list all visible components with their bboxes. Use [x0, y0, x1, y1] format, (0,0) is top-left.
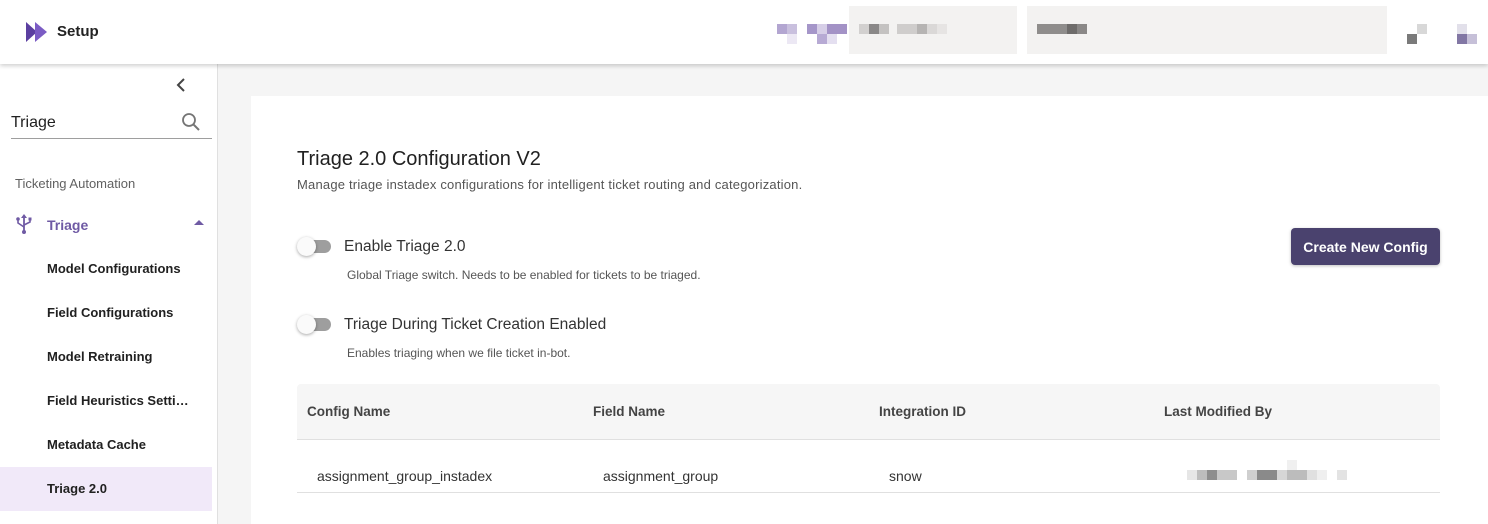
redacted-org-selector[interactable]: [849, 6, 1017, 54]
page-title: Triage 2.0 Configuration V2: [297, 148, 541, 170]
cell-config-name: assignment_group_instadex: [317, 468, 493, 484]
column-header-field-name[interactable]: Field Name: [593, 404, 665, 419]
app-logo-icon[interactable]: [26, 22, 48, 42]
app-title: Setup: [57, 23, 99, 40]
toggle-label: Enable Triage 2.0: [344, 238, 466, 255]
main-card: Triage 2.0 Configuration V2 Manage triag…: [251, 96, 1488, 524]
cell-integration-id: snow: [889, 468, 922, 484]
top-header: Setup: [0, 0, 1488, 64]
enable-triage-toggle[interactable]: [297, 236, 333, 256]
sidebar-section-label: Ticketing Automation: [15, 176, 136, 191]
table-row[interactable]: assignment_group_instadex assignment_gro…: [297, 440, 1440, 493]
sidebar-item-model-configurations[interactable]: Model Configurations: [0, 247, 212, 291]
sidebar-item-label: Field Configurations: [47, 305, 174, 320]
page-subtitle: Manage triage instadex configurations fo…: [297, 177, 803, 192]
column-header-integration-id[interactable]: Integration ID: [879, 404, 966, 419]
sidebar-search-input[interactable]: [11, 112, 171, 134]
config-table: Config Name Field Name Integration ID La…: [297, 384, 1440, 493]
toggle-thumb: [297, 315, 316, 334]
usb-icon: [16, 214, 32, 234]
search-icon[interactable]: [181, 112, 201, 132]
sidebar-search: [11, 108, 212, 139]
table-header: Config Name Field Name Integration ID La…: [297, 384, 1440, 440]
sidebar-item-metadata-cache[interactable]: Metadata Cache: [0, 423, 212, 467]
sidebar-item-field-heuristics-settings[interactable]: Field Heuristics Settings: [0, 379, 212, 423]
sidebar-item-label: Triage 2.0: [47, 481, 107, 496]
caret-up-icon: [194, 220, 204, 225]
column-header-last-modified-by[interactable]: Last Modified By: [1164, 404, 1272, 419]
sidebar-item-label: Metadata Cache: [47, 437, 146, 452]
toggle-label: Triage During Ticket Creation Enabled: [344, 316, 607, 333]
create-new-config-button[interactable]: Create New Config: [1291, 228, 1440, 265]
toggle-help-text: Enables triaging when we file ticket in-…: [347, 346, 571, 360]
sidebar-item-label: Model Configurations: [47, 261, 181, 276]
sidebar: Ticketing Automation Triage Model Config…: [0, 64, 218, 524]
sidebar-item-triage[interactable]: Triage: [0, 204, 212, 244]
redacted-environment-selector[interactable]: [1027, 6, 1387, 54]
sidebar-item-label: Model Retraining: [47, 349, 153, 364]
sidebar-item-model-retraining[interactable]: Model Retraining: [0, 335, 212, 379]
toggle-thumb: [297, 237, 316, 256]
sidebar-item-field-configurations[interactable]: Field Configurations: [0, 291, 212, 335]
toggle-help-text: Global Triage switch. Needs to be enable…: [347, 268, 701, 282]
cell-field-name: assignment_group: [603, 468, 719, 484]
sidebar-item-label: Field Heuristics Settings: [47, 393, 192, 408]
sidebar-item-label: Triage: [47, 217, 89, 233]
sidebar-item-triage-2-0[interactable]: Triage 2.0: [0, 467, 212, 511]
collapse-sidebar-chevron-left-icon[interactable]: [173, 76, 191, 94]
column-header-config-name[interactable]: Config Name: [307, 404, 390, 419]
triage-during-creation-toggle[interactable]: [297, 314, 333, 334]
